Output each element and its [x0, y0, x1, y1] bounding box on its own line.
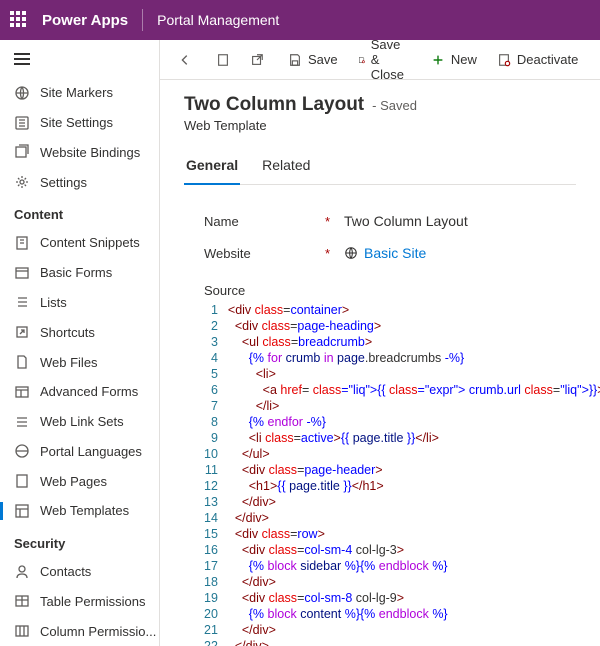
- source-editor[interactable]: 1234567891011121314151617181920212223 <d…: [184, 302, 576, 646]
- sidebar-item-column-permissions[interactable]: Column Permissio...: [0, 616, 159, 646]
- advanced-form-icon: [14, 384, 30, 400]
- toolbar: Save Save & Close New Deactivate: [160, 40, 600, 80]
- sidebar-item-label: Advanced Forms: [40, 384, 138, 399]
- details-button[interactable]: [208, 47, 238, 73]
- sidebar-item-label: Column Permissio...: [40, 624, 156, 639]
- field-website[interactable]: Website * Basic Site: [204, 237, 576, 269]
- field-name[interactable]: Name * Two Column Layout: [204, 205, 576, 237]
- save-close-label: Save & Close: [371, 40, 411, 82]
- language-icon: [14, 443, 30, 459]
- name-value: Two Column Layout: [344, 213, 468, 229]
- column-permission-icon: [14, 623, 30, 639]
- link-set-icon: [14, 414, 30, 430]
- content-area: Two Column Layout - Saved Web Template G…: [160, 80, 600, 646]
- form-icon: [14, 265, 30, 281]
- sidebar-item-label: Site Markers: [40, 85, 113, 100]
- sidebar-item-advanced-forms[interactable]: Advanced Forms: [0, 377, 159, 407]
- save-label: Save: [308, 52, 338, 67]
- sidebar-item-label: Table Permissions: [40, 594, 146, 609]
- contact-icon: [14, 564, 30, 580]
- snippet-icon: [14, 235, 30, 251]
- sidebar-section-content: Content: [0, 197, 159, 228]
- sidebar-item-shortcuts[interactable]: Shortcuts: [0, 317, 159, 347]
- line-gutter: 1234567891011121314151617181920212223: [204, 302, 228, 646]
- sidebar-item-label: Site Settings: [40, 115, 113, 130]
- sidebar-item-label: Content Snippets: [40, 235, 140, 250]
- sidebar-item-site-settings[interactable]: Site Settings: [0, 108, 159, 138]
- sidebar-item-label: Contacts: [40, 564, 91, 579]
- shortcut-icon: [14, 324, 30, 340]
- sidebar-item-label: Web Link Sets: [40, 414, 124, 429]
- list-icon: [14, 294, 30, 310]
- sidebar-item-web-pages[interactable]: Web Pages: [0, 466, 159, 496]
- new-button[interactable]: New: [423, 46, 485, 73]
- entity-type: Web Template: [184, 118, 576, 133]
- sidebar-item-label: Web Pages: [40, 474, 107, 489]
- topbar-divider: [142, 9, 143, 31]
- sidebar-item-label: Website Bindings: [40, 145, 140, 160]
- sidebar-item-label: Shortcuts: [40, 325, 95, 340]
- sidebar-item-settings[interactable]: Settings: [0, 167, 159, 197]
- new-label: New: [451, 52, 477, 67]
- page-icon: [14, 473, 30, 489]
- sidebar: Site Markers Site Settings Website Bindi…: [0, 40, 160, 646]
- sidebar-item-label: Portal Languages: [40, 444, 142, 459]
- source-label: Source: [184, 283, 576, 298]
- sidebar-item-site-markers[interactable]: Site Markers: [0, 78, 159, 108]
- deactivate-button[interactable]: Deactivate: [489, 46, 586, 73]
- tabs: General Related: [184, 151, 576, 185]
- sidebar-item-contacts[interactable]: Contacts: [0, 557, 159, 587]
- open-new-button[interactable]: [242, 47, 272, 73]
- main: Save Save & Close New Deactivate Two Col…: [160, 40, 600, 646]
- sidebar-item-basic-forms[interactable]: Basic Forms: [0, 258, 159, 288]
- sidebar-item-label: Settings: [40, 175, 87, 190]
- sidebar-item-label: Web Templates: [40, 503, 129, 518]
- topbar: Power Apps Portal Management: [0, 0, 600, 40]
- sidebar-section-security: Security: [0, 526, 159, 557]
- sidebar-item-web-files[interactable]: Web Files: [0, 347, 159, 377]
- website-label: Website: [204, 246, 251, 261]
- template-icon: [14, 503, 30, 519]
- brand-label: Power Apps: [42, 12, 128, 29]
- sliders-icon: [14, 115, 30, 131]
- tab-general[interactable]: General: [184, 151, 240, 185]
- sidebar-item-label: Lists: [40, 295, 67, 310]
- required-icon: *: [325, 246, 330, 261]
- save-state: - Saved: [372, 98, 417, 113]
- sidebar-item-label: Web Files: [40, 355, 98, 370]
- table-permission-icon: [14, 593, 30, 609]
- sidebar-item-lists[interactable]: Lists: [0, 288, 159, 318]
- app-title: Portal Management: [157, 12, 279, 28]
- sidebar-item-web-templates[interactable]: Web Templates: [0, 496, 159, 526]
- page-title: Two Column Layout: [184, 94, 364, 116]
- deactivate-label: Deactivate: [517, 52, 578, 67]
- file-icon: [14, 354, 30, 370]
- hamburger-button[interactable]: [0, 40, 159, 78]
- name-label: Name: [204, 214, 239, 229]
- back-button[interactable]: [170, 47, 200, 73]
- website-value[interactable]: Basic Site: [364, 245, 426, 261]
- globe-icon: [14, 85, 30, 101]
- app-launcher-icon[interactable]: [10, 11, 28, 29]
- globe-icon: [344, 246, 358, 260]
- sidebar-item-content-snippets[interactable]: Content Snippets: [0, 228, 159, 258]
- sidebar-item-website-bindings[interactable]: Website Bindings: [0, 138, 159, 168]
- sidebar-item-label: Basic Forms: [40, 265, 112, 280]
- sidebar-item-web-link-sets[interactable]: Web Link Sets: [0, 407, 159, 437]
- required-icon: *: [325, 214, 330, 229]
- gear-icon: [14, 174, 30, 190]
- delete-button[interactable]: [590, 47, 600, 73]
- save-button[interactable]: Save: [280, 46, 346, 73]
- sidebar-item-portal-languages[interactable]: Portal Languages: [0, 436, 159, 466]
- binding-icon: [14, 144, 30, 160]
- code-lines: <div class=container> <div class=page-he…: [228, 302, 600, 646]
- tab-related[interactable]: Related: [260, 151, 312, 184]
- sidebar-item-table-permissions[interactable]: Table Permissions: [0, 586, 159, 616]
